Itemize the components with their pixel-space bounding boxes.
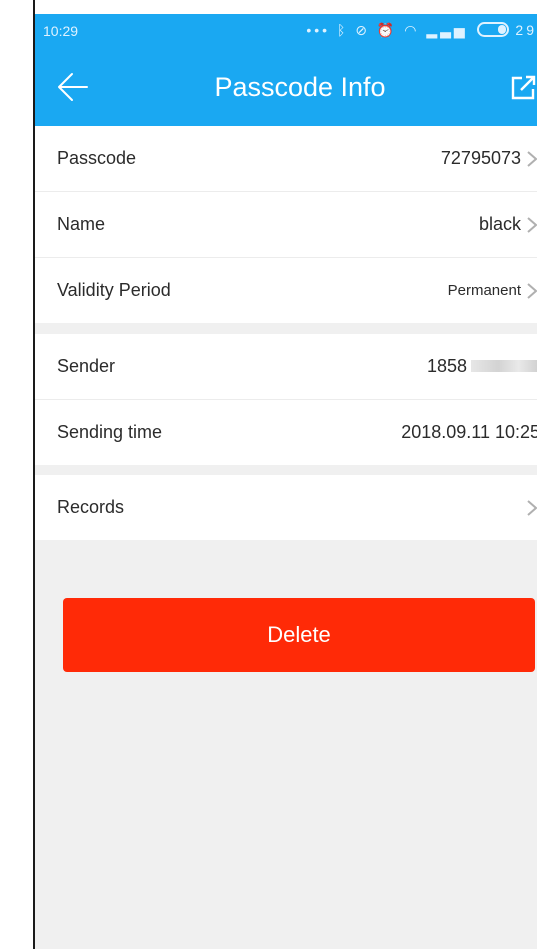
validity-period-row[interactable]: Validity Period Permanent [35, 258, 537, 323]
mute-icon: ⊘ [355, 22, 370, 38]
screenshot-frame: 10:29 ••• ᛒ ⊘ ⏰ ◠ ▂▃▅ 29 Passcode Info P… [0, 0, 537, 949]
alarm-icon: ⏰ [376, 22, 398, 38]
name-label: Name [57, 214, 106, 234]
sending-time-label: Sending time [57, 422, 163, 442]
left-margin [0, 0, 35, 949]
delete-button[interactable]: Delete [63, 598, 535, 672]
share-icon [511, 75, 536, 100]
status-icons: ••• ᛒ ⊘ ⏰ ◠ ▂▃▅ 29 [306, 22, 537, 39]
more-dots-icon: ••• [306, 22, 331, 38]
passcode-info-group: Passcode 72795073 Name black Validity Pe… [35, 126, 537, 323]
sender-value: 1858 [426, 356, 467, 376]
signal-icon: ▂▃▅ [426, 22, 468, 38]
sender-row: Sender 1858 [35, 334, 537, 400]
phone-screen: 10:29 ••• ᛒ ⊘ ⏰ ◠ ▂▃▅ 29 Passcode Info P… [35, 14, 537, 949]
chevron-right-icon [527, 500, 537, 516]
sending-time-row: Sending time 2018.09.11 10:25 [35, 400, 537, 465]
battery-percent: 29 [515, 22, 537, 38]
navigation-bar: Passcode Info [35, 49, 537, 126]
records-row[interactable]: Records [35, 475, 537, 540]
redacted-phone-mask [471, 360, 537, 372]
chevron-right-icon [527, 217, 537, 233]
passcode-row[interactable]: Passcode 72795073 [35, 126, 537, 192]
bluetooth-icon: ᛒ [336, 22, 349, 38]
battery-icon [476, 22, 509, 37]
sending-time-value: 2018.09.11 10:25 [401, 422, 537, 442]
passcode-label: Passcode [57, 148, 137, 168]
validity-period-value: Permanent [447, 282, 521, 299]
share-button[interactable] [507, 72, 537, 102]
page-title: Passcode Info [214, 72, 386, 102]
name-row[interactable]: Name black [35, 192, 537, 258]
records-label: Records [57, 497, 125, 517]
chevron-right-icon [527, 283, 537, 299]
name-value: black [478, 214, 521, 234]
chevron-right-icon [527, 151, 537, 167]
records-group: Records [35, 475, 537, 540]
validity-period-label: Validity Period [57, 280, 171, 300]
status-bar: 10:29 ••• ᛒ ⊘ ⏰ ◠ ▂▃▅ 29 [35, 14, 537, 49]
sender-label: Sender [57, 356, 116, 376]
sender-info-group: Sender 1858 Sending time 2018.09.11 10:2… [35, 334, 537, 465]
status-time: 10:29 [43, 23, 79, 39]
app-header: 10:29 ••• ᛒ ⊘ ⏰ ◠ ▂▃▅ 29 Passcode Info [35, 14, 537, 126]
passcode-value: 72795073 [440, 148, 521, 168]
wifi-icon: ◠ [404, 22, 420, 38]
